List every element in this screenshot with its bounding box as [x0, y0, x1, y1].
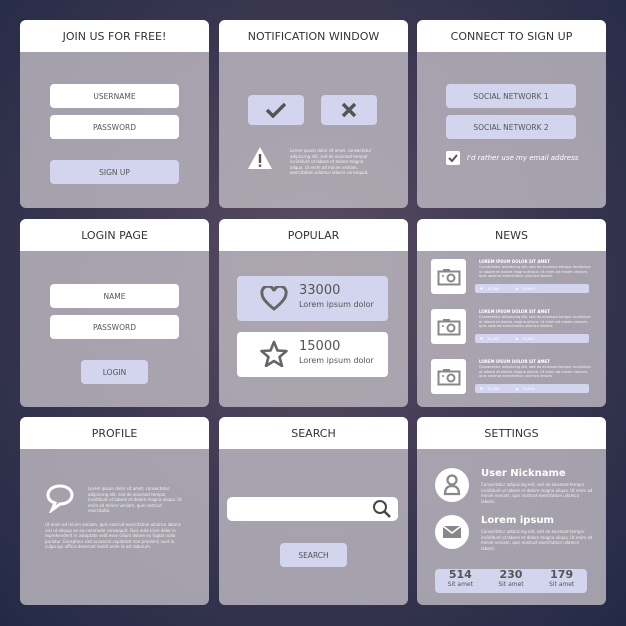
heart-icon	[260, 286, 288, 311]
popular-item[interactable]: 15000 Lorem ipsum dolor	[237, 332, 388, 377]
check-icon	[448, 154, 458, 162]
stat-item: 514 Sit amet	[448, 569, 473, 593]
profile-text: Ut enim ad minim veniam, quis nostrud ex…	[45, 522, 181, 549]
envelope-icon	[442, 525, 462, 538]
signup-button[interactable]: SIGN UP	[50, 160, 179, 184]
settings-panel: SETTINGS User Nickname Consectetur adipi…	[417, 417, 606, 605]
camera-icon	[437, 268, 460, 285]
star-icon	[260, 340, 288, 367]
popular-count: 33000	[299, 283, 341, 298]
eye-icon: ◉	[515, 286, 519, 291]
news-stats: ♥ 10,000 ◉ 10,000	[475, 384, 589, 393]
likes-count: 10,000	[487, 386, 500, 391]
cancel-button[interactable]	[321, 95, 377, 125]
user-nickname: User Nickname	[481, 468, 566, 479]
news-text: Consectetur adipiscing elit, sed do eius…	[479, 365, 591, 379]
confirm-button[interactable]	[248, 95, 304, 125]
news-thumbnail[interactable]	[431, 359, 466, 394]
speech-bubble-icon	[46, 484, 74, 513]
search-button[interactable]: SEARCH	[280, 543, 347, 567]
profile-bio: Lorem ipsum dolor sit amet, consectetur …	[88, 486, 182, 513]
camera-icon	[437, 318, 460, 335]
popular-label: Lorem ipsum dolor	[299, 300, 374, 309]
email-button[interactable]	[435, 515, 469, 549]
user-avatar[interactable]	[435, 468, 469, 502]
stats-bar: 514 Sit amet 230 Sit amet 179 Sit amet	[435, 569, 587, 593]
name-field[interactable]: NAME	[50, 284, 179, 308]
stat-label: Sit amet	[447, 581, 473, 588]
popular-count: 15000	[299, 339, 341, 354]
stat-value: 514	[448, 568, 472, 581]
panel-title: POPULAR	[219, 219, 408, 251]
news-heading: LOREM IPSUM DOLOR SIT AMET	[479, 359, 550, 364]
login-panel: LOGIN PAGE NAME PASSWORD LOGIN	[20, 219, 209, 407]
views-count: 10,000	[522, 286, 535, 291]
popular-item[interactable]: 33000 Lorem ipsum dolor	[237, 276, 388, 321]
heart-icon: ♥	[480, 386, 484, 391]
close-icon	[341, 102, 357, 118]
nickname-text: Consectetur adipiscing elit, sed do eius…	[481, 482, 593, 504]
login-button[interactable]: LOGIN	[81, 360, 148, 384]
news-heading: LOREM IPSUM DOLOR SIT AMET	[479, 309, 550, 314]
email-checkbox[interactable]	[446, 151, 460, 165]
search-icon[interactable]	[372, 499, 392, 519]
notification-text: Lorem ipsum dolor sit amet, consectetur …	[290, 148, 372, 175]
stat-value: 230	[499, 568, 523, 581]
camera-icon	[437, 368, 460, 385]
panel-title: JOIN US FOR FREE!	[20, 20, 209, 52]
eye-icon: ◉	[515, 386, 519, 391]
likes-count: 10,000	[487, 336, 500, 341]
user-icon	[443, 474, 461, 496]
news-thumbnail[interactable]	[431, 309, 466, 344]
heart-icon: ♥	[480, 336, 484, 341]
panel-title: LOGIN PAGE	[20, 219, 209, 251]
username-field[interactable]: USERNAME	[50, 84, 179, 108]
stat-item: 230 Sit amet	[498, 569, 523, 593]
news-stats: ♥ 10,000 ◉ 10,000	[475, 334, 589, 343]
views-count: 10,000	[522, 386, 535, 391]
profile-panel: PROFILE Lorem ipsum dolor sit amet, cons…	[20, 417, 209, 605]
check-icon	[265, 102, 287, 118]
email-title: Lorem ipsum	[481, 515, 554, 526]
popular-label: Lorem ipsum dolor	[299, 356, 374, 365]
eye-icon: ◉	[515, 336, 519, 341]
news-stats: ♥ 10,000 ◉ 10,000	[475, 284, 589, 293]
panel-title: NEWS	[417, 219, 606, 251]
password-field[interactable]: PASSWORD	[50, 315, 179, 339]
email-text: Consectetur adipiscing elit, sed do eius…	[481, 529, 593, 551]
stat-item: 179 Sit amet	[549, 569, 574, 593]
stat-value: 179	[550, 568, 574, 581]
news-panel: NEWS LOREM IPSUM DOLOR SIT AMET Consecte…	[417, 219, 606, 407]
news-text: Consectetur adipiscing elit, sed do eius…	[479, 315, 591, 329]
panel-title: SEARCH	[219, 417, 408, 449]
popular-panel: POPULAR 33000 Lorem ipsum dolor 15000 Lo…	[219, 219, 408, 407]
social-network-1-button[interactable]: SOCIAL NETWORK 1	[446, 84, 576, 108]
news-heading: LOREM IPSUM DOLOR SIT AMET	[479, 259, 550, 264]
panel-title: PROFILE	[20, 417, 209, 449]
views-count: 10,000	[522, 336, 535, 341]
likes-count: 10,000	[487, 286, 500, 291]
heart-icon: ♥	[480, 286, 484, 291]
search-panel: SEARCH SEARCH	[219, 417, 408, 605]
stat-label: Sit amet	[498, 581, 524, 588]
email-option-label: I'd rather use my email address	[467, 154, 579, 162]
connect-panel: CONNECT TO SIGN UP SOCIAL NETWORK 1 SOCI…	[417, 20, 606, 208]
panel-title: NOTIFICATION WINDOW	[219, 20, 408, 52]
social-network-2-button[interactable]: SOCIAL NETWORK 2	[446, 115, 576, 139]
news-thumbnail[interactable]	[431, 259, 466, 294]
warning-icon	[248, 147, 272, 169]
password-field[interactable]: PASSWORD	[50, 115, 179, 139]
stat-label: Sit amet	[548, 581, 575, 588]
panel-title: CONNECT TO SIGN UP	[417, 20, 606, 52]
notification-panel: NOTIFICATION WINDOW Lorem ipsum dolor si…	[219, 20, 408, 208]
join-panel: JOIN US FOR FREE! USERNAME PASSWORD SIGN…	[20, 20, 209, 208]
panel-title: SETTINGS	[417, 417, 606, 449]
news-text: Consectetur adipiscing elit, sed do eius…	[479, 265, 591, 279]
